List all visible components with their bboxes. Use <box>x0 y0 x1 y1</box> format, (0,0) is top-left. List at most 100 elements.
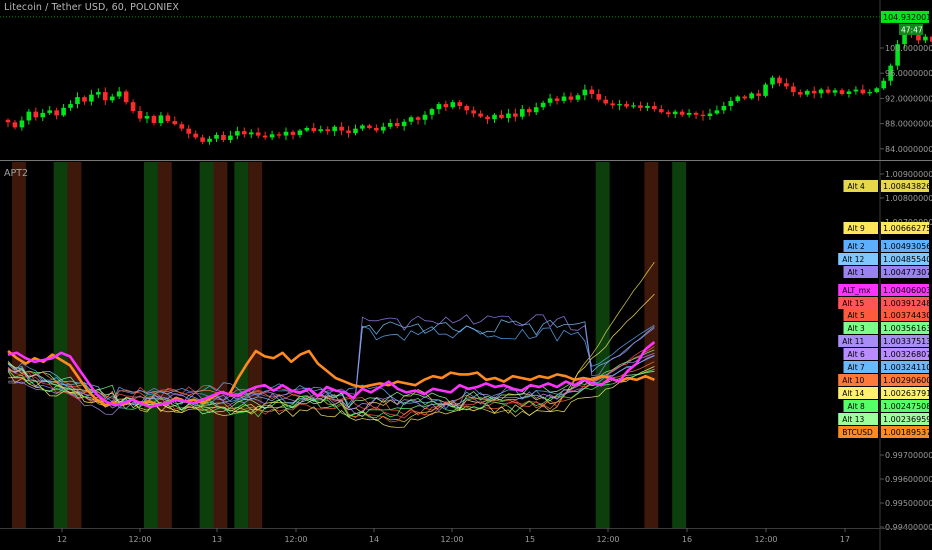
bearish-band <box>157 162 172 528</box>
series-name-btcusd: BTCUSD <box>842 428 873 437</box>
time-axis: 12 12:00 13 12:00 14 12:00 15 12:00 16 12:00 17 <box>0 528 932 544</box>
series-name-alt-2: Alt 2 <box>848 242 866 251</box>
time-tick-label: 13 <box>212 535 222 544</box>
candle-body <box>158 115 164 123</box>
bullish-band <box>53 162 68 528</box>
candle-body <box>777 77 782 84</box>
candle-body <box>325 129 330 132</box>
indicator-tick-label: 1.00900000 <box>885 170 932 179</box>
candle-body <box>221 134 226 140</box>
series-value-alt-13: 1.00236959 <box>883 415 931 424</box>
candle-body <box>506 113 511 118</box>
candle-body <box>659 109 664 113</box>
price-tick-label: 100.00000000 <box>885 44 932 53</box>
time-tick-label: 16 <box>682 535 692 544</box>
alt-line <box>7 324 655 406</box>
candle-body <box>645 105 650 108</box>
series-value-alt-12: 1.00485540 <box>883 255 931 264</box>
candle-body <box>617 104 622 106</box>
candle-body <box>554 98 560 101</box>
candle-body <box>610 103 615 106</box>
candle-body <box>603 99 608 104</box>
series-name-alt-11: Alt 11 <box>842 337 864 346</box>
candle-body <box>415 117 421 120</box>
candle-body <box>589 89 595 94</box>
candle-body <box>450 102 456 108</box>
series-value-alt-11: 1.00337513 <box>883 337 931 346</box>
series-value-alt-10: 1.00290600 <box>883 376 931 385</box>
candle-body <box>151 116 157 123</box>
chart-canvas: 100.00000000 96.00000000 92.00000000 88.000… <box>0 0 932 550</box>
price-tick-label: 84.00000000 <box>885 145 932 154</box>
series-name-alt-12: Alt 12 <box>842 255 864 264</box>
candle-body <box>798 92 803 95</box>
candle-body <box>19 120 25 128</box>
series-name-alt-4: Alt 4 <box>848 182 866 191</box>
candle-body <box>109 96 115 101</box>
bearish-band <box>11 162 26 528</box>
candle-body <box>457 102 463 106</box>
candle-body <box>547 98 553 103</box>
candle-body <box>443 104 449 108</box>
series-name-alt-14: Alt 14 <box>842 389 864 398</box>
candle-body <box>381 126 386 131</box>
candle-body <box>311 128 317 132</box>
series-value-alt-6: 1.00326807 <box>883 350 931 359</box>
candle-body <box>575 95 581 100</box>
bearish-band <box>213 162 228 528</box>
candle-body <box>165 115 171 122</box>
signal-bands <box>11 162 687 528</box>
candle-body <box>742 96 747 99</box>
candle-body <box>96 92 101 95</box>
candle-body <box>214 134 219 139</box>
candle-body <box>276 134 282 136</box>
price-tick-label: 92.00000000 <box>885 94 932 103</box>
series-value-alt-7: 1.00324110 <box>883 363 931 372</box>
bullish-band <box>595 162 610 528</box>
bullish-band <box>234 162 249 528</box>
candle-body <box>332 126 337 132</box>
price-tick-label: 96.00000000 <box>885 69 932 78</box>
candle-body <box>137 111 143 119</box>
candle-body <box>485 116 490 120</box>
candle-body <box>429 109 435 115</box>
candle-body <box>693 112 699 115</box>
candle-body <box>186 128 191 134</box>
candle-body <box>436 104 442 110</box>
candle-body <box>82 97 87 102</box>
candle-body <box>394 122 400 127</box>
candle-body <box>568 96 574 100</box>
series-name-alt-15: Alt 15 <box>842 299 864 308</box>
candle-body <box>874 88 880 93</box>
candle-body <box>144 116 150 119</box>
candle-body <box>561 96 567 101</box>
candle-body <box>54 110 59 116</box>
time-tick-label: 12:00 <box>284 535 307 544</box>
candle-body <box>283 131 289 136</box>
series-value-alt-2: 1.00493056 <box>883 242 931 251</box>
time-tick-label: 17 <box>840 535 850 544</box>
candle-body <box>207 138 212 142</box>
candle-body <box>68 104 73 108</box>
series-name-alt-8: Alt 8 <box>848 402 866 411</box>
candle-body <box>408 117 414 122</box>
candle-body <box>791 86 796 93</box>
candle-body <box>422 114 428 120</box>
candle-body <box>526 109 532 113</box>
series-name-alt-3: Alt 3 <box>848 324 866 333</box>
indicator-tick-label: 0.99700000 <box>885 451 932 460</box>
candle-body <box>172 121 178 125</box>
candle-body <box>860 89 866 94</box>
candle-body <box>686 112 692 115</box>
candle-body <box>297 130 303 135</box>
countdown-label: 47:47 <box>901 25 923 34</box>
candle-body <box>714 110 720 114</box>
series-value-btcusd: 1.00189537 <box>883 428 931 437</box>
candle-body <box>881 80 886 89</box>
candle-body <box>631 105 636 107</box>
series-name-alt-1: Alt 1 <box>848 268 866 277</box>
series-value-alt-8: 1.00247508 <box>883 402 931 411</box>
candle-body <box>242 131 247 135</box>
series-value-alt-14: 1.00263791 <box>883 389 931 398</box>
candle-body <box>304 128 310 131</box>
